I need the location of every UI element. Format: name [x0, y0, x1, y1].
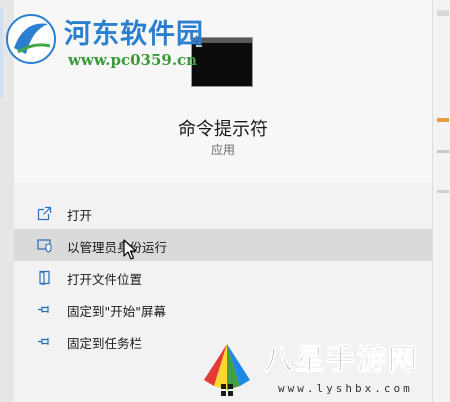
- watermark-domain: www.lyshbx.com: [278, 382, 413, 395]
- menu-item-run-as-admin[interactable]: 以管理员身份运行: [14, 229, 432, 261]
- edge-fragment: [437, 150, 449, 153]
- menu-item-label: 打开文件位置: [67, 272, 143, 287]
- left-selection-bar: [0, 8, 3, 98]
- menu-item-label: 以管理员身份运行: [67, 240, 168, 255]
- menu-item-label: 固定到任务栏: [67, 336, 143, 351]
- watermark-bottom: 八星手游网 www.lyshbx.com: [200, 332, 450, 402]
- menu-item-label: 打开: [67, 208, 93, 223]
- watermark-color-logo-icon: [204, 344, 250, 396]
- menu-item-label: 固定到"开始"屏幕: [67, 304, 166, 319]
- edge-fragment: [437, 118, 449, 122]
- pin-icon: [38, 306, 49, 313]
- pin-icon: [38, 338, 49, 345]
- watermark-logo-icon: [6, 14, 56, 64]
- watermark-site: www.pc0359.cn: [68, 51, 198, 69]
- app-title: 命令提示符: [178, 119, 268, 140]
- mouse-cursor-icon: [123, 239, 137, 260]
- edge-fragment: [437, 10, 449, 16]
- run-as-admin-icon: [37, 239, 52, 253]
- watermark-brand-bottom: 八星手游网: [263, 342, 420, 377]
- open-icon: [37, 206, 52, 221]
- app-type-label: 应用: [210, 143, 235, 157]
- file-location-icon: [39, 270, 50, 285]
- menu-item-open-file-location[interactable]: 打开文件位置: [14, 261, 432, 293]
- edge-fragment: [437, 190, 449, 193]
- watermark-brand: 河东软件园: [64, 19, 204, 50]
- menu-item-open[interactable]: 打开: [14, 197, 432, 229]
- menu-item-pin-to-start[interactable]: 固定到"开始"屏幕: [14, 293, 432, 325]
